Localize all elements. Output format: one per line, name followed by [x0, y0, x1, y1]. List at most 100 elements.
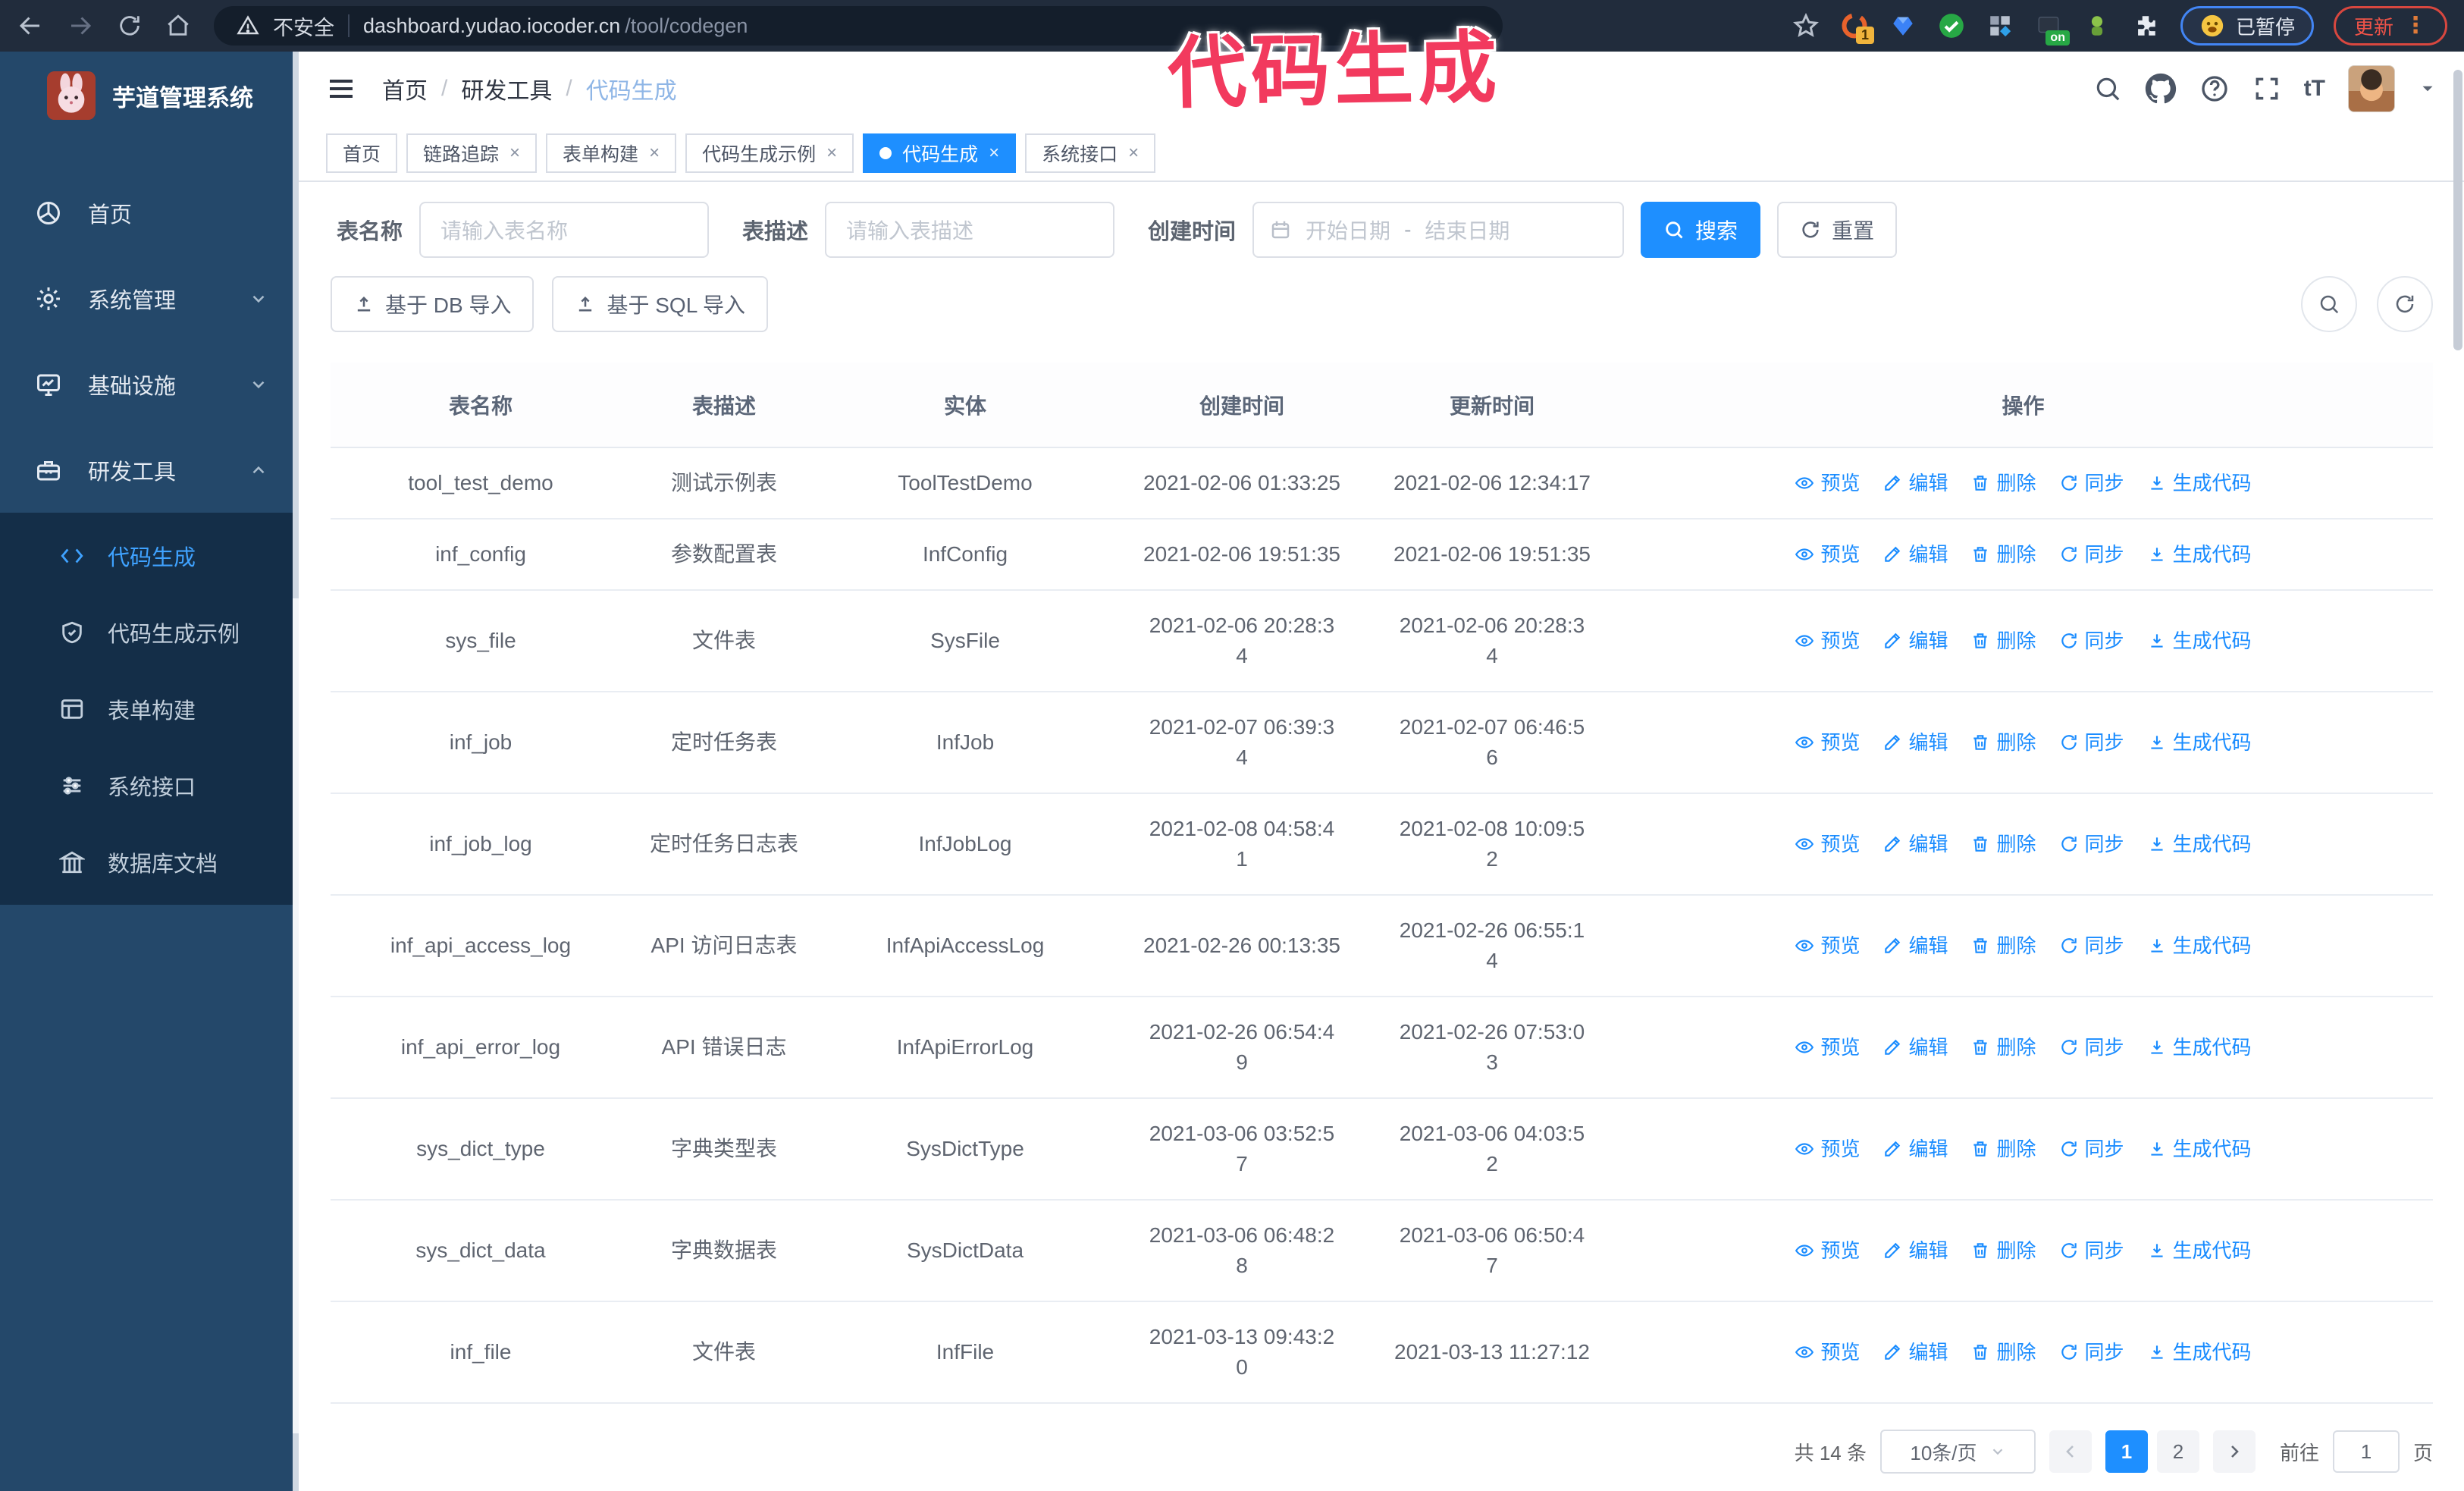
action-download-link[interactable]: 生成代码 [2147, 1134, 2252, 1164]
action-trash-link[interactable]: 删除 [1970, 539, 2036, 570]
action-eye-link[interactable]: 预览 [1795, 1032, 1860, 1063]
reload-icon[interactable] [117, 13, 143, 39]
sidebar-item-system[interactable]: 系统管理 [0, 256, 299, 341]
dark-on-extension-icon[interactable]: on [2033, 11, 2070, 46]
green-bot-extension-icon[interactable] [2082, 11, 2112, 41]
action-trash-link[interactable]: 删除 [1970, 727, 2036, 758]
puzzle-extension-icon[interactable] [2130, 11, 2161, 41]
action-eye-link[interactable]: 预览 [1795, 1235, 1860, 1266]
sidebar-subitem-1[interactable]: 代码生成示例 [0, 594, 299, 670]
question-icon[interactable] [2199, 74, 2230, 104]
action-download-link[interactable]: 生成代码 [2147, 626, 2252, 656]
action-eye-link[interactable]: 预览 [1795, 539, 1860, 570]
github-icon[interactable] [2145, 73, 2177, 105]
caret-down-icon[interactable] [2418, 79, 2437, 99]
logo-row[interactable]: 芋道管理系统 [0, 52, 299, 140]
bookmark-star-icon[interactable] [1792, 12, 1820, 39]
action-trash-link[interactable]: 删除 [1970, 468, 2036, 498]
action-edit-link[interactable]: 编辑 [1882, 1134, 1948, 1164]
action-download-link[interactable]: 生成代码 [2147, 1235, 2252, 1266]
sidebar-item-home[interactable]: 首页 [0, 170, 299, 256]
page-button-2[interactable]: 2 [2156, 1430, 2199, 1473]
content-scrollbar[interactable] [2453, 70, 2462, 350]
tab-2[interactable]: 表单构建 × [546, 133, 677, 173]
action-trash-link[interactable]: 删除 [1970, 1337, 2036, 1367]
action-sync-link[interactable]: 同步 [2059, 539, 2124, 570]
orange-extension-icon[interactable]: 1 [1839, 11, 1874, 44]
action-sync-link[interactable]: 同步 [2059, 468, 2124, 498]
sidebar-scrollbar[interactable] [293, 52, 299, 1491]
prev-page-button[interactable] [2049, 1430, 2092, 1473]
action-eye-link[interactable]: 预览 [1795, 829, 1860, 859]
page-button-1[interactable]: 1 [2105, 1430, 2148, 1473]
action-download-link[interactable]: 生成代码 [2147, 1032, 2252, 1063]
tab-5[interactable]: 系统接口 × [1025, 133, 1156, 173]
sidebar-item-devtools[interactable]: 研发工具 [0, 427, 299, 513]
tab-0[interactable]: 首页 [326, 133, 398, 173]
action-eye-link[interactable]: 预览 [1795, 1337, 1860, 1367]
fullscreen-icon[interactable] [2252, 74, 2281, 103]
tab-4-active[interactable]: 代码生成 × [863, 133, 1017, 173]
action-edit-link[interactable]: 编辑 [1882, 1032, 1948, 1063]
jump-page-input[interactable] [2332, 1430, 2400, 1473]
security-warning-icon[interactable] [237, 14, 259, 37]
forward-icon[interactable] [67, 12, 94, 39]
text-size-icon[interactable]: tT [2304, 76, 2325, 102]
close-icon[interactable]: × [1128, 143, 1139, 164]
hamburger-icon[interactable] [326, 74, 356, 104]
table-name-input[interactable]: 请输入表名称 [419, 202, 710, 258]
browser-menu-icon[interactable]: ⋮ [2404, 14, 2427, 37]
action-edit-link[interactable]: 编辑 [1882, 468, 1948, 498]
action-trash-link[interactable]: 删除 [1970, 931, 2036, 961]
green-check-extension-icon[interactable] [1936, 11, 1967, 41]
action-edit-link[interactable]: 编辑 [1882, 931, 1948, 961]
action-download-link[interactable]: 生成代码 [2147, 1337, 2252, 1367]
url-bar[interactable]: 不安全 dashboard.yudao.iocoder.cn/tool/code… [214, 6, 1503, 46]
action-sync-link[interactable]: 同步 [2059, 931, 2124, 961]
reset-button[interactable]: 重置 [1777, 202, 1898, 258]
tab-1[interactable]: 链路追踪 × [406, 133, 538, 173]
tab-3[interactable]: 代码生成示例 × [685, 133, 854, 173]
action-edit-link[interactable]: 编辑 [1882, 829, 1948, 859]
action-edit-link[interactable]: 编辑 [1882, 727, 1948, 758]
action-sync-link[interactable]: 同步 [2059, 1235, 2124, 1266]
close-icon[interactable]: × [989, 143, 999, 164]
sidebar-subitem-0[interactable]: 代码生成 [0, 517, 299, 594]
search-button[interactable]: 搜索 [1641, 202, 1761, 258]
action-edit-link[interactable]: 编辑 [1882, 1235, 1948, 1266]
search-icon[interactable] [2093, 74, 2122, 103]
toggle-search-button[interactable] [2301, 276, 2357, 332]
close-icon[interactable]: × [649, 143, 660, 164]
user-avatar[interactable] [2348, 65, 2395, 112]
action-download-link[interactable]: 生成代码 [2147, 829, 2252, 859]
action-sync-link[interactable]: 同步 [2059, 1134, 2124, 1164]
action-download-link[interactable]: 生成代码 [2147, 727, 2252, 758]
refresh-table-button[interactable] [2377, 276, 2433, 332]
action-eye-link[interactable]: 预览 [1795, 626, 1860, 656]
action-trash-link[interactable]: 删除 [1970, 626, 2036, 656]
update-button[interactable]: 更新 ⋮ [2333, 6, 2447, 46]
action-sync-link[interactable]: 同步 [2059, 727, 2124, 758]
action-trash-link[interactable]: 删除 [1970, 829, 2036, 859]
sidebar-subitem-4[interactable]: 数据库文档 [0, 824, 299, 900]
action-download-link[interactable]: 生成代码 [2147, 931, 2252, 961]
action-eye-link[interactable]: 预览 [1795, 727, 1860, 758]
action-trash-link[interactable]: 删除 [1970, 1235, 2036, 1266]
action-eye-link[interactable]: 预览 [1795, 468, 1860, 498]
action-eye-link[interactable]: 预览 [1795, 931, 1860, 961]
table-desc-input[interactable]: 请输入表描述 [825, 202, 1115, 258]
action-sync-link[interactable]: 同步 [2059, 829, 2124, 859]
import-sql-button[interactable]: 基于 SQL 导入 [552, 276, 769, 332]
sidebar-subitem-2[interactable]: 表单构建 [0, 670, 299, 747]
next-page-button[interactable] [2212, 1430, 2256, 1473]
close-icon[interactable]: × [826, 143, 837, 164]
import-db-button[interactable]: 基于 DB 导入 [331, 276, 534, 332]
date-range-picker[interactable]: 开始日期 - 结束日期 [1252, 202, 1625, 258]
action-edit-link[interactable]: 编辑 [1882, 1337, 1948, 1367]
action-trash-link[interactable]: 删除 [1970, 1134, 2036, 1164]
action-download-link[interactable]: 生成代码 [2147, 468, 2252, 498]
action-sync-link[interactable]: 同步 [2059, 1032, 2124, 1063]
action-eye-link[interactable]: 预览 [1795, 1134, 1860, 1164]
blue-gem-extension-icon[interactable] [1888, 11, 1918, 41]
breadcrumb-item[interactable]: 研发工具 [461, 72, 552, 105]
